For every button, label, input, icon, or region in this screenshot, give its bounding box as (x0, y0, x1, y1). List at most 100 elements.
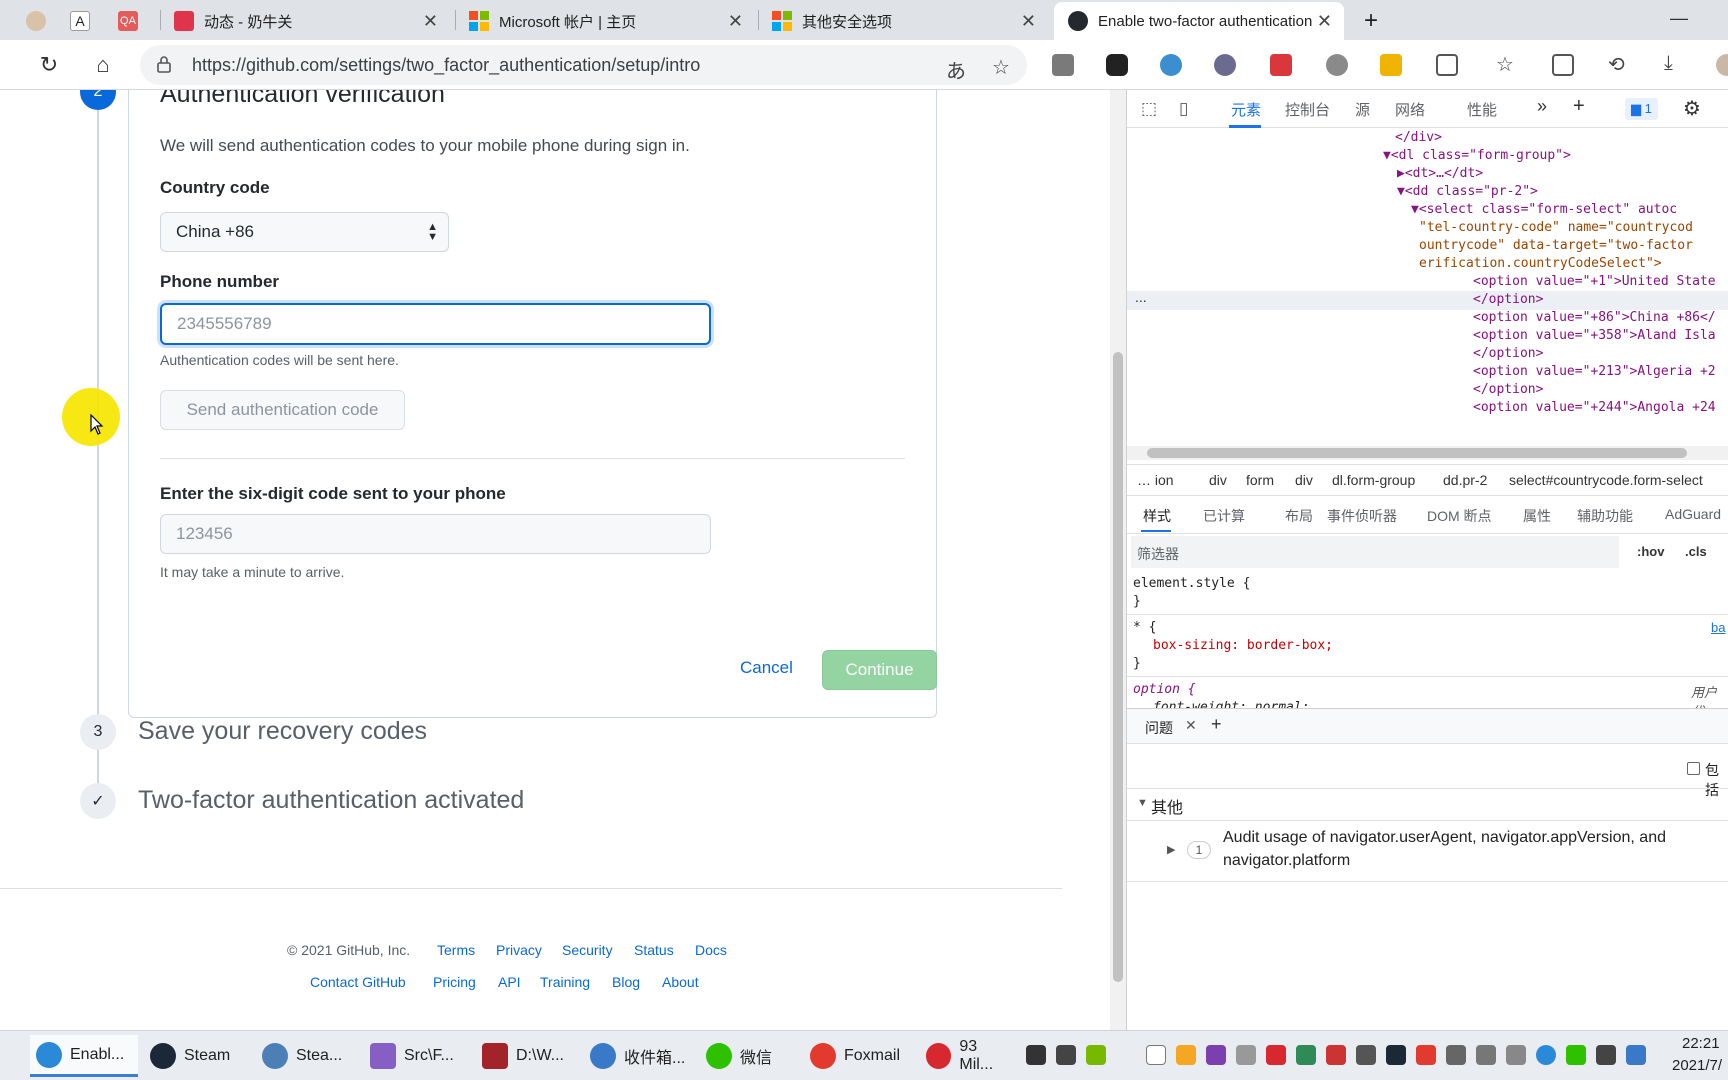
dom-line[interactable]: </option> (1473, 292, 1543, 307)
tab-cow[interactable]: 动态 - 奶牛关 ✕ (160, 2, 450, 40)
reload-icon[interactable]: ↻ (32, 48, 66, 82)
dom-line[interactable]: ▶<dt>…</dt> (1397, 166, 1483, 181)
volume-icon[interactable] (1506, 1045, 1526, 1065)
issue-item[interactable]: ▶ 1 Audit usage of navigator.userAgent, … (1127, 820, 1728, 882)
profile-icon[interactable] (1716, 54, 1728, 76)
footer-link-privacy[interactable]: Privacy (496, 942, 542, 958)
dom-more-icon[interactable]: ... (1135, 289, 1147, 305)
add-panel-icon[interactable]: + (1573, 95, 1585, 118)
hov-toggle[interactable]: :hov (1637, 544, 1664, 559)
music-tray-icon[interactable] (1266, 1045, 1286, 1065)
dom-line[interactable]: <option value="+358">Aland Isla (1473, 328, 1716, 343)
download-icon[interactable]: ⤓ (1664, 52, 1673, 75)
page-scrollbar[interactable] (1110, 90, 1126, 1030)
vpn-icon[interactable] (1176, 1045, 1196, 1065)
dom-line[interactable]: ▼<select class="form-select" autoc (1411, 202, 1677, 217)
tab-github-2fa[interactable]: Enable two-factor authentication ✕ (1054, 2, 1344, 40)
breadcrumb-item[interactable]: dd.pr-2 (1443, 472, 1487, 488)
breadcrumb-item[interactable]: dl.form-group (1332, 472, 1415, 488)
tab-a[interactable]: A (62, 2, 102, 40)
dom-line[interactable]: "tel-country-code" name="countrycod (1419, 220, 1693, 235)
dom-line[interactable]: erification.countryCodeSelect"> (1419, 256, 1662, 271)
cloud-icon[interactable] (1146, 1045, 1166, 1065)
tab-microsoft-account[interactable]: Microsoft 帐户 | 主页 ✕ (455, 2, 755, 40)
new-tab-button[interactable]: + (1358, 2, 1394, 40)
drawer-tab-issues[interactable]: 问题 (1145, 718, 1173, 738)
security-tray-icon[interactable] (1326, 1045, 1346, 1065)
footer-link-status[interactable]: Status (634, 942, 674, 958)
close-icon[interactable]: ✕ (1021, 11, 1036, 32)
issues-category-row[interactable]: ▼ 其他 (1127, 788, 1728, 820)
settings-gear-icon[interactable]: ⚙ (1683, 96, 1701, 121)
dom-line[interactable]: ▼<dl class="form-group"> (1383, 148, 1571, 163)
qr-code-icon[interactable] (1052, 54, 1074, 76)
dom-line[interactable]: <option value="+244">Angola +24 (1473, 400, 1716, 415)
device-toolbar-icon[interactable]: ▯ (1179, 99, 1188, 119)
clock-time[interactable]: 22:21 (1682, 1035, 1720, 1052)
favorites-icon[interactable]: ☆ (1496, 52, 1514, 77)
zalo-icon[interactable] (1236, 1045, 1256, 1065)
breadcrumb-item[interactable]: select#countrycode.form-select (1509, 472, 1703, 488)
dom-line[interactable]: </option> (1473, 382, 1543, 397)
battery-icon[interactable] (1446, 1045, 1466, 1065)
footer-link-contact[interactable]: Contact GitHub (310, 974, 406, 990)
subtab-event-listeners[interactable]: 事件侦听器 (1327, 506, 1397, 526)
nvidia-icon[interactable] (1086, 1045, 1106, 1065)
close-icon[interactable]: ✕ (1185, 717, 1197, 734)
taskbar-item-steam-settings[interactable]: Stea... (256, 1035, 356, 1077)
add-drawer-tab-icon[interactable]: + (1211, 714, 1222, 735)
dom-line[interactable]: </option> (1473, 346, 1543, 361)
dom-line[interactable]: ▼<dd class="pr-2"> (1397, 184, 1538, 199)
minimize-icon[interactable]: — (1670, 8, 1688, 29)
cls-toggle[interactable]: .cls (1685, 544, 1707, 559)
footer-link-pricing[interactable]: Pricing (433, 974, 476, 990)
collapse-triangle-icon[interactable]: ▶ (1167, 843, 1175, 856)
footer-link-about[interactable]: About (662, 974, 699, 990)
dom-line[interactable]: <option value="+1">United State (1473, 274, 1716, 289)
extension-icon[interactable] (1106, 54, 1128, 76)
subtab-styles[interactable]: 样式 (1143, 506, 1171, 526)
dom-line[interactable]: ountrycode" data-target="two-factor (1419, 238, 1693, 253)
home-icon[interactable]: ⌂ (86, 48, 120, 82)
excel-icon[interactable] (1296, 1045, 1316, 1065)
tab-elements[interactable]: 元素 (1231, 99, 1261, 120)
wechat-tray-icon[interactable] (1566, 1045, 1586, 1065)
paragraph-icon[interactable] (1380, 54, 1402, 76)
css-declaration[interactable]: box-sizing: border-box; (1153, 638, 1333, 653)
collections-icon[interactable] (1552, 54, 1574, 76)
tab-network[interactable]: 网络 (1395, 99, 1425, 120)
footer-link-security[interactable]: Security (562, 942, 613, 958)
phone-number-input[interactable] (160, 303, 711, 345)
subtab-accessibility[interactable]: 辅助功能 (1577, 506, 1633, 526)
close-icon[interactable]: ✕ (423, 11, 438, 32)
continue-button[interactable]: Continue (822, 650, 937, 690)
extension-icon[interactable] (1214, 54, 1236, 76)
notification-icon[interactable] (1626, 1045, 1646, 1065)
css-source-link[interactable]: ba (1711, 620, 1725, 635)
taskbar-item-mail[interactable]: 收件箱... (584, 1035, 694, 1077)
taskbar-item-visual-studio[interactable]: Src\F... (364, 1035, 464, 1077)
close-icon[interactable]: ✕ (728, 11, 743, 32)
add-favorite-icon[interactable]: ☆ (992, 55, 1010, 80)
breadcrumb-item[interactable]: form (1246, 472, 1274, 488)
puzzle-icon[interactable] (1436, 54, 1458, 76)
country-code-select[interactable]: China +86 ▲ ▼ (160, 212, 449, 252)
subtab-computed[interactable]: 已计算 (1203, 506, 1245, 526)
edge-tray-icon[interactable] (1536, 1045, 1556, 1065)
ime-icon[interactable] (1596, 1045, 1616, 1065)
extension-icon[interactable] (1160, 54, 1182, 76)
dom-line[interactable]: </div> (1395, 130, 1442, 145)
taskbar-item-edge[interactable]: Enabl... (30, 1035, 138, 1077)
scrollbar-thumb[interactable] (1113, 352, 1123, 982)
network-icon[interactable] (1476, 1045, 1496, 1065)
tab-console[interactable]: 控制台 (1285, 99, 1330, 120)
scrollbar-thumb[interactable] (1147, 448, 1687, 458)
inspect-element-icon[interactable]: ⬚ (1141, 99, 1157, 119)
breadcrumb-item[interactable]: … ion (1137, 472, 1174, 488)
footer-link-api[interactable]: API (498, 974, 521, 990)
foxmail-tray-icon[interactable] (1416, 1045, 1436, 1065)
steam-tray-icon[interactable] (1386, 1045, 1406, 1065)
tab-sources[interactable]: 源 (1355, 99, 1370, 120)
footer-link-docs[interactable]: Docs (695, 942, 727, 958)
tab-qa[interactable]: QA (110, 2, 150, 40)
